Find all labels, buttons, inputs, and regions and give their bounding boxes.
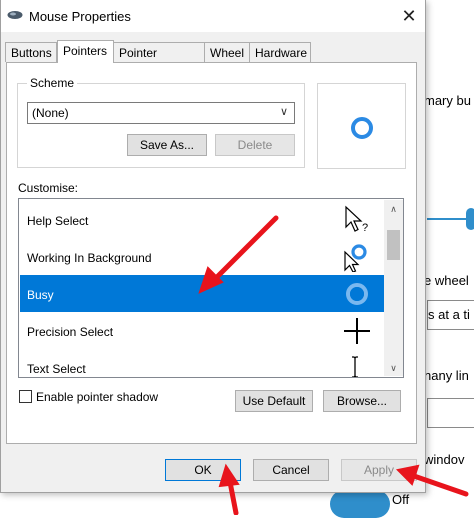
tab-pointers[interactable]: Pointers <box>57 40 114 63</box>
arrow-to-apply-icon <box>395 464 469 497</box>
annotation-arrows <box>198 215 469 515</box>
arrow-to-ok-icon <box>218 463 240 515</box>
arrow-to-busy-icon <box>198 215 279 294</box>
